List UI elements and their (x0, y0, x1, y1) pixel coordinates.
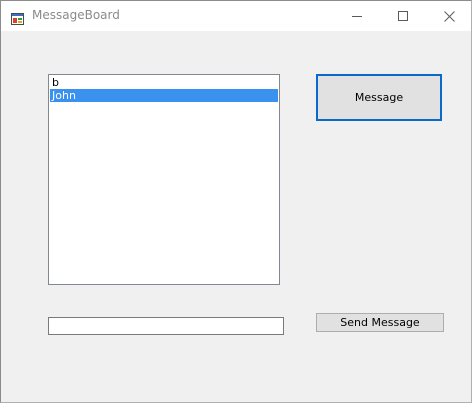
minimize-button[interactable] (334, 1, 380, 31)
close-icon (443, 10, 455, 22)
send-message-button[interactable]: Send Message (316, 313, 444, 332)
message-button[interactable]: Message (316, 74, 442, 121)
users-listbox[interactable]: b John (48, 74, 280, 285)
app-form-icon[interactable] (11, 10, 24, 25)
maximize-icon (398, 11, 408, 21)
message-input[interactable] (48, 317, 284, 335)
app-window: MessageBoard b John Message Send Message (0, 0, 472, 403)
minimize-icon (352, 11, 362, 21)
title-bar[interactable]: MessageBoard (1, 1, 471, 31)
list-item[interactable]: b (50, 76, 278, 89)
maximize-button[interactable] (380, 1, 426, 31)
window-title: MessageBoard (32, 8, 120, 22)
list-item-selected[interactable]: John (50, 89, 278, 102)
form-client-area: b John Message Send Message (1, 31, 471, 402)
close-button[interactable] (426, 1, 471, 31)
